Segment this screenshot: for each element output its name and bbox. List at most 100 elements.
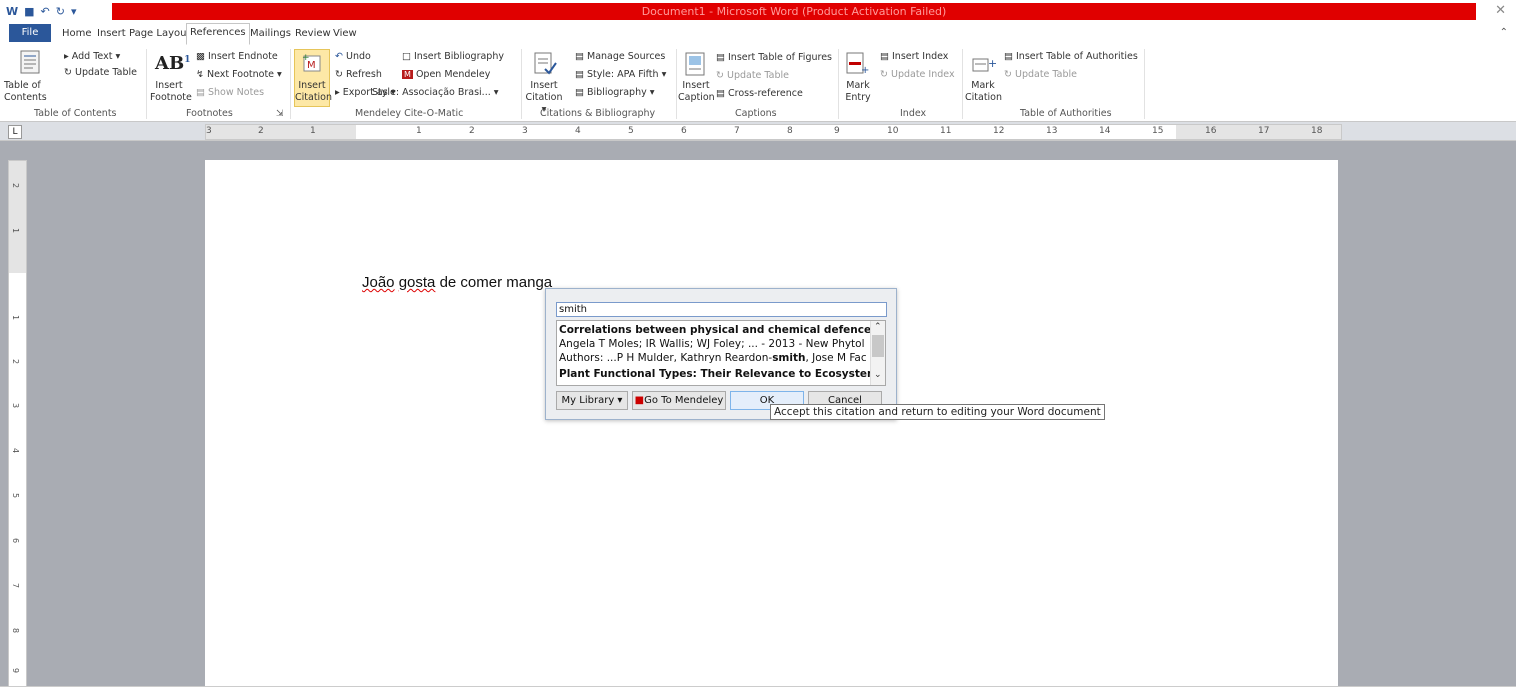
ruler-label: 13 bbox=[1046, 126, 1058, 136]
horizontal-ruler[interactable]: 3 2 1 1 2 3 4 5 6 7 8 9 10 11 12 13 14 1… bbox=[205, 124, 1342, 140]
show-notes-button[interactable]: ▤ Show Notes bbox=[196, 87, 264, 99]
vruler-label: 4 bbox=[11, 447, 21, 454]
scroll-up-icon[interactable]: ⌃ bbox=[874, 322, 882, 332]
vruler-label: 3 bbox=[11, 402, 21, 409]
show-notes-label: Show Notes bbox=[208, 87, 265, 98]
insert-caption-button[interactable]: Insert Caption bbox=[678, 80, 715, 104]
open-mendeley-label: Open Mendeley bbox=[415, 69, 491, 80]
vruler-label: 8 bbox=[11, 627, 21, 634]
insert-endnote-button[interactable]: ▩ Insert Endnote bbox=[196, 51, 278, 63]
tab-stop-selector[interactable]: L bbox=[8, 125, 22, 139]
mark-citation-button[interactable]: Mark Citation bbox=[965, 80, 1002, 104]
ruler-label: 15 bbox=[1152, 126, 1164, 136]
ruler-label: 1 bbox=[416, 126, 422, 136]
undo-icon[interactable]: ↶ bbox=[41, 5, 50, 18]
cross-reference-button[interactable]: ▤ Cross-reference bbox=[716, 88, 803, 100]
insert-bibliography-button[interactable]: □ Insert Bibliography bbox=[402, 51, 504, 63]
insert-citation-icon: M+ bbox=[302, 53, 321, 72]
group-separator bbox=[1144, 49, 1145, 119]
open-mendeley-button[interactable]: M Open Mendeley bbox=[402, 69, 490, 81]
scroll-down-icon[interactable]: ⌄ bbox=[874, 370, 882, 380]
ruler-bar: L 3 2 1 1 2 3 4 5 6 7 8 9 10 11 12 13 14… bbox=[0, 122, 1516, 141]
result-match-highlight: smith bbox=[772, 352, 806, 364]
insert-endnote-label: Insert Endnote bbox=[208, 51, 278, 62]
authorities-update-table-button[interactable]: ↻ Update Table bbox=[1004, 69, 1077, 81]
ruler-label: 7 bbox=[734, 126, 740, 136]
ribbon-minimize-icon[interactable]: ⌃ bbox=[1500, 27, 1508, 38]
result-title[interactable]: Plant Functional Types: Their Relevance … bbox=[559, 368, 885, 380]
footnotes-dialog-launcher-icon[interactable]: ⇲ bbox=[276, 108, 284, 120]
ruler-label: 11 bbox=[940, 126, 952, 136]
tab-file[interactable]: File bbox=[9, 24, 51, 42]
cross-reference-label: Cross-reference bbox=[728, 88, 803, 99]
mendeley-refresh-label: Refresh bbox=[345, 69, 382, 80]
vertical-ruler[interactable]: 2 1 1 2 3 4 5 6 7 8 9 bbox=[8, 160, 27, 687]
qat-dropdown-icon[interactable]: ▾ bbox=[71, 5, 77, 18]
tab-references[interactable]: References bbox=[186, 23, 250, 45]
add-text-label: Add Text bbox=[71, 51, 113, 62]
tab-page-layout[interactable]: Page Layout bbox=[129, 25, 190, 43]
update-index-button[interactable]: ↻ Update Index bbox=[880, 69, 955, 81]
ruler-label: 16 bbox=[1205, 126, 1217, 136]
insert-citation-label: Insert Citation bbox=[295, 80, 333, 103]
table-of-contents-icon bbox=[20, 50, 40, 74]
mendeley-undo-button[interactable]: ↶ Undo bbox=[335, 51, 371, 63]
ruler-label: 2 bbox=[469, 126, 475, 136]
tab-insert[interactable]: Insert bbox=[97, 25, 126, 43]
citation-style-dropdown[interactable]: ▤ Style: APA Fifth ▾ bbox=[575, 69, 666, 81]
ruler-left-margin bbox=[206, 125, 356, 139]
result-match[interactable]: Authors: ...P H Mulder, Kathryn Reardon-… bbox=[559, 352, 867, 364]
update-table-label: Update Table bbox=[74, 67, 137, 78]
tab-mailings[interactable]: Mailings bbox=[250, 25, 291, 43]
library-dropdown[interactable]: My Library ▾ bbox=[556, 391, 628, 410]
insert-table-of-authorities-button[interactable]: ▤ Insert Table of Authorities bbox=[1004, 51, 1138, 63]
result-authors[interactable]: Angela T Moles; IR Wallis; WJ Foley; ...… bbox=[559, 338, 865, 350]
tab-view[interactable]: View bbox=[333, 25, 357, 43]
spelling-error-word[interactable]: João bbox=[362, 274, 395, 291]
quick-access-toolbar: W ■ ↶ ↻ ▾ bbox=[6, 3, 77, 19]
group-separator bbox=[521, 49, 522, 119]
mendeley-refresh-button[interactable]: ↻ Refresh bbox=[335, 69, 382, 81]
document-page[interactable] bbox=[205, 160, 1338, 693]
insert-footnote-button[interactable]: Insert Footnote bbox=[150, 80, 192, 104]
ruler-label: 6 bbox=[681, 126, 687, 136]
results-scrollbar[interactable]: ⌃ ⌄ bbox=[870, 321, 885, 385]
mendeley-style-dropdown[interactable]: Style: Associação Brasi... ▾ bbox=[372, 87, 499, 99]
group-label-index: Index bbox=[900, 108, 927, 119]
document-text[interactable]: João gosta de comer manga bbox=[362, 274, 552, 291]
ruler-label: 4 bbox=[575, 126, 581, 136]
ribbon-tabs: File Home Insert Page Layout References … bbox=[0, 21, 1516, 46]
spelling-error-word[interactable]: gosta bbox=[399, 274, 436, 291]
scrollbar-thumb[interactable] bbox=[872, 335, 884, 357]
ruler-label: 18 bbox=[1311, 126, 1323, 136]
insert-index-button[interactable]: ▤ Insert Index bbox=[880, 51, 948, 63]
group-label-authorities: Table of Authorities bbox=[1020, 108, 1112, 119]
bibliography-button[interactable]: ▤ Bibliography ▾ bbox=[575, 87, 655, 99]
next-footnote-button[interactable]: ↯ Next Footnote ▾ bbox=[196, 69, 282, 81]
redo-icon[interactable]: ↻ bbox=[56, 5, 65, 18]
update-table-button[interactable]: ↻ Update Table bbox=[64, 67, 137, 79]
tab-home[interactable]: Home bbox=[62, 25, 92, 43]
svg-text:+: + bbox=[302, 53, 310, 63]
insert-table-of-figures-button[interactable]: ▤ Insert Table of Figures bbox=[716, 52, 832, 64]
group-label-toc: Table of Contents bbox=[34, 108, 117, 119]
result-title[interactable]: Correlations between physical and chemic… bbox=[559, 324, 885, 336]
add-text-button[interactable]: ▸ Add Text ▾ bbox=[64, 51, 120, 63]
mark-citation-icon: + bbox=[972, 57, 996, 72]
tab-review[interactable]: Review bbox=[295, 25, 331, 43]
citation-search-input[interactable]: smith bbox=[556, 302, 887, 317]
group-separator bbox=[962, 49, 963, 119]
table-of-contents-button[interactable]: Table of Contents bbox=[4, 80, 54, 104]
captions-update-table-button[interactable]: ↻ Update Table bbox=[716, 70, 789, 82]
library-label: My Library bbox=[561, 395, 615, 406]
ribbon: Table of Contents ▸ Add Text ▾ ↻ Update … bbox=[0, 45, 1516, 122]
mark-entry-button[interactable]: Mark Entry bbox=[842, 80, 874, 104]
save-icon[interactable]: ■ bbox=[24, 5, 34, 18]
citation-results-list[interactable]: Correlations between physical and chemic… bbox=[556, 320, 886, 386]
manage-sources-label: Manage Sources bbox=[587, 51, 666, 62]
manage-sources-button[interactable]: ▤ Manage Sources bbox=[575, 51, 665, 63]
insert-bibliography-label: Insert Bibliography bbox=[414, 51, 504, 62]
mendeley-undo-label: Undo bbox=[346, 51, 371, 62]
close-icon[interactable]: ✕ bbox=[1495, 3, 1506, 18]
go-to-mendeley-button[interactable]: ■Go To Mendeley bbox=[632, 391, 726, 410]
